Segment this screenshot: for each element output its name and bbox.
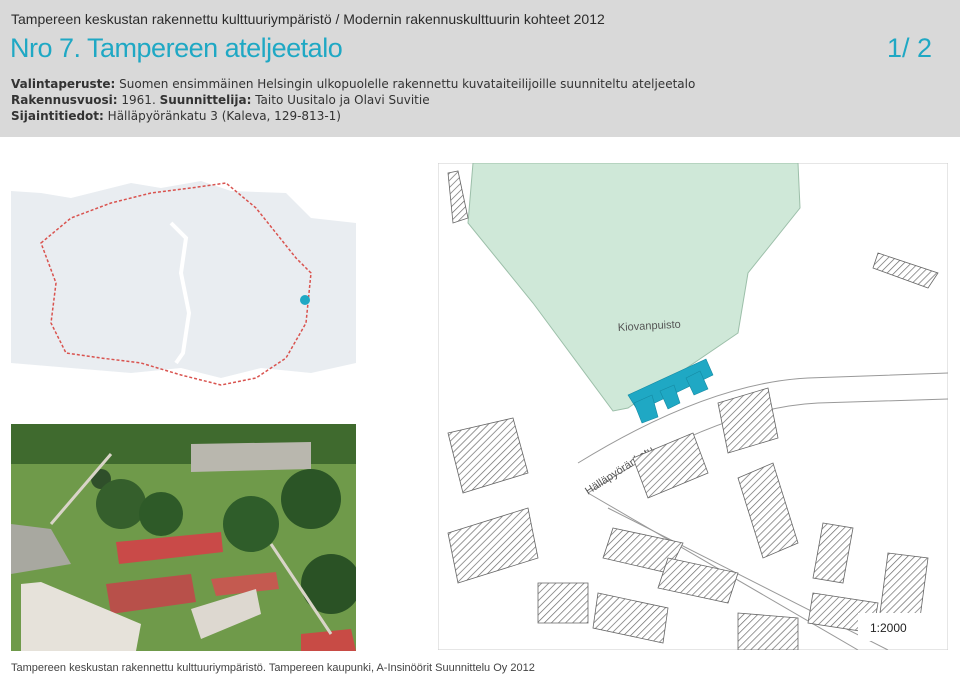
overview-map bbox=[11, 163, 356, 407]
page-title: Nro 7. Tampereen ateljeetalo bbox=[10, 33, 343, 63]
map-scale: 1:2000 bbox=[870, 621, 907, 635]
location-info: Sijaintitiedot: Hälläpyöränkatu 3 (Kalev… bbox=[11, 109, 341, 123]
aerial-photo bbox=[11, 424, 356, 651]
location-marker bbox=[300, 295, 310, 305]
designer-value: Taito Uusitalo ja Olavi Suvitie bbox=[255, 93, 430, 107]
designer-label: Suunnittelija: bbox=[159, 93, 252, 107]
year-label: Rakennusvuosi: bbox=[11, 93, 118, 107]
site-map: Kiovanpuisto Hälläpyöränkatu 1:2000 bbox=[438, 163, 948, 650]
series-title: Tampereen keskustan rakennettu kulttuuri… bbox=[11, 11, 605, 27]
criteria-value: Suomen ensimmäinen Helsingin ulkopuolell… bbox=[119, 77, 696, 91]
criteria-label: Valintaperuste: bbox=[11, 77, 116, 91]
location-label: Sijaintitiedot: bbox=[11, 109, 104, 123]
page-number: 1/ 2 bbox=[886, 33, 932, 63]
year-value: 1961. bbox=[121, 93, 156, 107]
header-band: Tampereen keskustan rakennettu kulttuuri… bbox=[0, 0, 960, 137]
footer-credits: Tampereen keskustan rakennettu kulttuuri… bbox=[11, 662, 535, 674]
location-value: Hälläpyöränkatu 3 (Kaleva, 129-813-1) bbox=[107, 109, 341, 123]
build-info: Rakennusvuosi: 1961. Suunnittelija: Tait… bbox=[11, 93, 430, 107]
selection-criteria: Valintaperuste: Suomen ensimmäinen Helsi… bbox=[11, 77, 695, 91]
